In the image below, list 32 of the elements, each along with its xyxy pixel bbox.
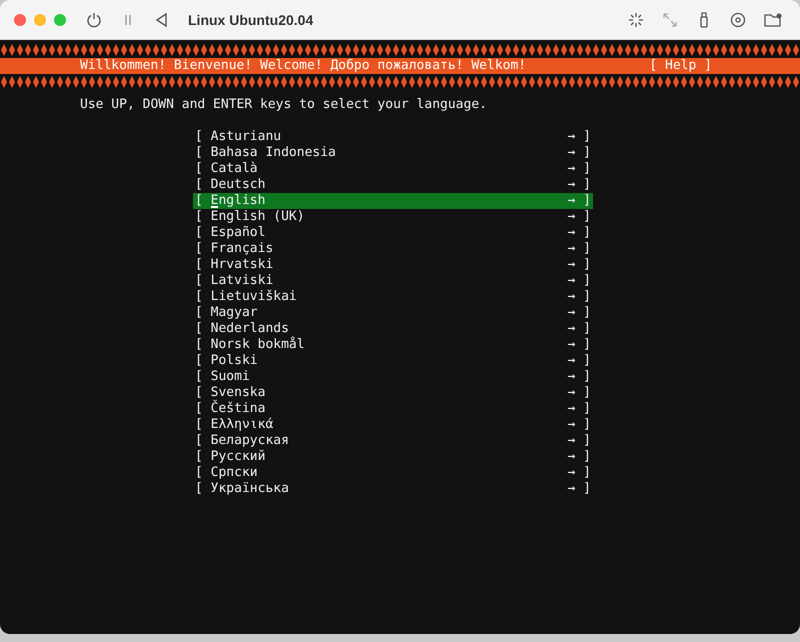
language-option[interactable]: [ Deutsch → ] <box>193 177 593 193</box>
language-option[interactable]: [ Беларуская → ] <box>193 433 593 449</box>
language-option[interactable]: [ Српски → ] <box>193 465 593 481</box>
folder-icon[interactable] <box>764 12 782 28</box>
language-option[interactable]: [ Norsk bokmål → ] <box>193 337 593 353</box>
language-option[interactable]: [ Русский → ] <box>193 449 593 465</box>
help-button[interactable]: [ Help ] <box>649 58 712 74</box>
window-title: Linux Ubuntu20.04 <box>188 12 314 28</box>
language-option[interactable]: [ Lietuviškai → ] <box>193 289 593 305</box>
language-option[interactable]: [ Čeština → ] <box>193 401 593 417</box>
language-option[interactable]: [ Ελληνικά → ] <box>193 417 593 433</box>
instruction-text: Use UP, DOWN and ENTER keys to select your language. <box>79 96 488 113</box>
language-option[interactable]: [ Español → ] <box>193 225 593 241</box>
close-button[interactable] <box>14 14 26 26</box>
language-option[interactable]: [ Français → ] <box>193 241 593 257</box>
language-option[interactable]: [ Nederlands → ] <box>193 321 593 337</box>
language-option[interactable]: [ Українська → ] <box>193 481 593 497</box>
language-option[interactable]: [ Català → ] <box>193 161 593 177</box>
disc-icon[interactable] <box>730 12 746 28</box>
language-option[interactable]: [ Svenska → ] <box>193 385 593 401</box>
language-option[interactable]: [ Asturianu → ] <box>193 129 593 145</box>
language-option[interactable]: [ Suomi → ] <box>193 369 593 385</box>
language-option[interactable]: [ English → ] <box>193 193 593 209</box>
power-icon[interactable] <box>86 12 102 28</box>
welcome-text: Willkommen! Bienvenue! Welcome! Добро пожаловать! Welkom! <box>80 58 526 74</box>
language-option[interactable]: [ Latviski → ] <box>193 273 593 289</box>
language-option[interactable]: [ Bahasa Indonesia → ] <box>193 145 593 161</box>
language-option[interactable]: [ English (UK) → ] <box>193 209 593 225</box>
language-option[interactable]: [ Polski → ] <box>193 353 593 369</box>
sparkle-icon[interactable] <box>628 12 644 28</box>
language-option[interactable]: [ Hrvatski → ] <box>193 257 593 273</box>
language-option[interactable]: [ Magyar → ] <box>193 305 593 321</box>
